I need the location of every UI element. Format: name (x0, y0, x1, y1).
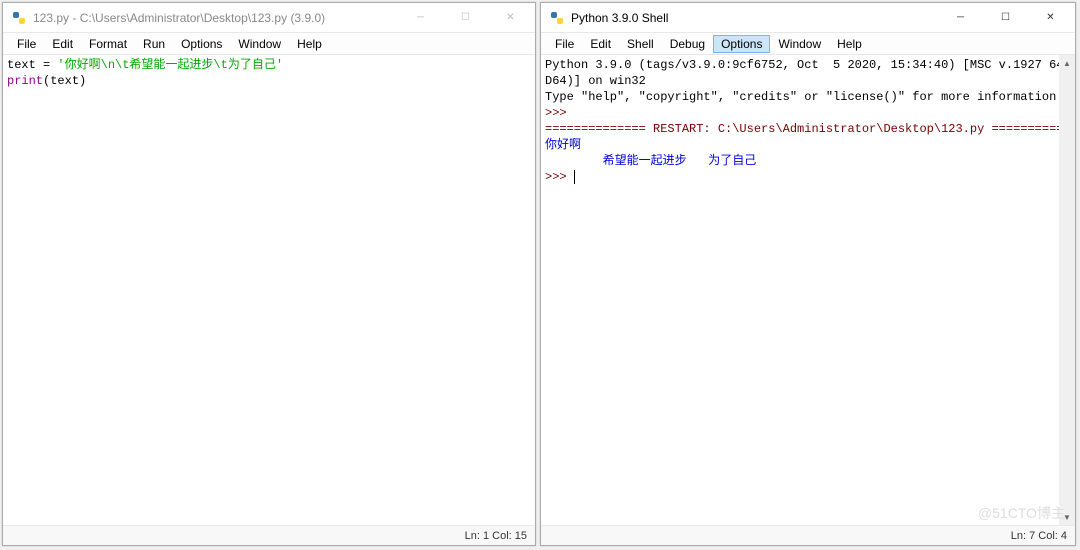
menu-edit[interactable]: Edit (44, 35, 81, 53)
shell-output-2: 希望能一起进步 为了自己 (545, 154, 756, 168)
scroll-down-icon[interactable]: ▼ (1059, 509, 1075, 525)
editor-titlebar[interactable]: 123.py - C:\Users\Administrator\Desktop\… (3, 3, 535, 33)
menu-options[interactable]: Options (173, 35, 230, 53)
shell-titlebar[interactable]: Python 3.9.0 Shell ─ ☐ ✕ (541, 3, 1075, 33)
maximize-button[interactable]: ☐ (983, 4, 1028, 32)
menu-debug[interactable]: Debug (662, 35, 713, 53)
shell-output-area[interactable]: Python 3.9.0 (tags/v3.9.0:9cf6752, Oct 5… (541, 55, 1075, 525)
shell-banner-1: Python 3.9.0 (tags/v3.9.0:9cf6752, Oct 5… (545, 58, 1075, 72)
close-button[interactable]: ✕ (488, 4, 533, 32)
menu-options[interactable]: Options (713, 35, 770, 53)
python-icon (11, 10, 27, 26)
editor-statusbar: Ln: 1 Col: 15 (3, 525, 535, 545)
code-var: text (7, 58, 43, 72)
shell-prompt: >>> (545, 106, 574, 120)
maximize-button[interactable]: ☐ (443, 4, 488, 32)
menu-shell[interactable]: Shell (619, 35, 662, 53)
shell-restart-line: ============== RESTART: C:\Users\Adminis… (545, 122, 1075, 136)
editor-cursor-pos: Ln: 1 Col: 15 (465, 530, 527, 542)
menu-help[interactable]: Help (829, 35, 870, 53)
shell-output-1: 你好啊 (545, 138, 581, 152)
menu-help[interactable]: Help (289, 35, 330, 53)
editor-code-area[interactable]: text = '你好啊\n\t希望能一起进步\t为了自己' print(text… (3, 55, 535, 525)
code-print: print (7, 74, 43, 88)
editor-window-controls: ─ ☐ ✕ (398, 4, 533, 32)
editor-menubar: File Edit Format Run Options Window Help (3, 33, 535, 55)
code-string: '你好啊\n\t希望能一起进步\t为了自己' (57, 58, 283, 72)
minimize-button[interactable]: ─ (938, 4, 983, 32)
menu-window[interactable]: Window (230, 35, 289, 53)
editor-title-text: 123.py - C:\Users\Administrator\Desktop\… (33, 11, 398, 25)
code-eq: = (43, 58, 57, 72)
shell-window: Python 3.9.0 Shell ─ ☐ ✕ File Edit Shell… (540, 2, 1076, 546)
menu-run[interactable]: Run (135, 35, 173, 53)
menu-file[interactable]: File (547, 35, 582, 53)
shell-window-controls: ─ ☐ ✕ (938, 4, 1073, 32)
shell-title-text: Python 3.9.0 Shell (571, 11, 938, 25)
shell-cursor-pos: Ln: 7 Col: 4 (1011, 530, 1067, 542)
menu-file[interactable]: File (9, 35, 44, 53)
close-button[interactable]: ✕ (1028, 4, 1073, 32)
menu-edit[interactable]: Edit (582, 35, 619, 53)
scroll-up-icon[interactable]: ▲ (1059, 55, 1075, 71)
python-icon (549, 10, 565, 26)
minimize-button[interactable]: ─ (398, 4, 443, 32)
shell-scrollbar[interactable]: ▲ ▼ (1059, 55, 1075, 525)
shell-prompt-2: >>> (545, 170, 574, 184)
shell-banner-3: Type "help", "copyright", "credits" or "… (545, 90, 1063, 104)
scroll-track[interactable] (1059, 71, 1075, 509)
menu-format[interactable]: Format (81, 35, 135, 53)
shell-statusbar: Ln: 7 Col: 4 (541, 525, 1075, 545)
shell-menubar: File Edit Shell Debug Options Window Hel… (541, 33, 1075, 55)
editor-window: 123.py - C:\Users\Administrator\Desktop\… (2, 2, 536, 546)
code-arg: text (50, 74, 79, 88)
text-cursor (574, 170, 575, 184)
menu-window[interactable]: Window (770, 35, 829, 53)
shell-banner-2: D64)] on win32 (545, 74, 646, 88)
code-paren-close: ) (79, 74, 86, 88)
